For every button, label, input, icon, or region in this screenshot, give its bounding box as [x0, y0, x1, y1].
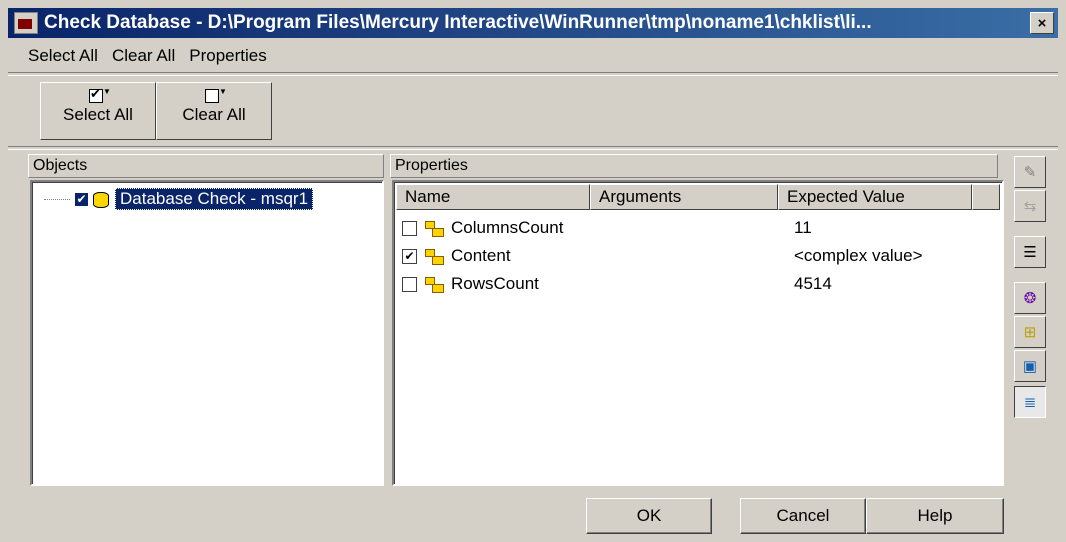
standard-properties-icon[interactable]: ❂ — [1014, 282, 1046, 314]
list-view-icon[interactable]: ≣ — [1014, 386, 1046, 418]
compare-icon[interactable]: ⇆ — [1014, 190, 1046, 222]
objects-tree[interactable]: ✔ Database Check - msqr1 — [30, 180, 384, 486]
column-header-arguments[interactable]: Arguments — [590, 184, 778, 210]
column-header-name[interactable]: Name — [396, 184, 590, 210]
select-all-toolbar-button[interactable]: ✔ ▼ Select All — [40, 82, 156, 140]
cancel-button[interactable]: Cancel — [740, 498, 866, 534]
tree-connector — [44, 198, 70, 200]
close-button[interactable]: × — [1030, 12, 1054, 34]
property-row[interactable]: RowsCount 4514 — [402, 272, 992, 296]
property-row[interactable]: ColumnsCount 11 — [402, 216, 992, 240]
property-row[interactable]: ✔ Content <complex value> — [402, 244, 992, 268]
menu-separator — [8, 72, 1058, 76]
menu-properties[interactable]: Properties — [189, 46, 266, 66]
tree-item-database-check[interactable]: ✔ Database Check - msqr1 — [44, 188, 314, 210]
menu-clear-all[interactable]: Clear All — [112, 46, 175, 66]
properties-list[interactable]: Name Arguments Expected Value ColumnsCou… — [392, 180, 1004, 486]
property-expected-value: 11 — [794, 218, 812, 237]
column-header-filler — [972, 184, 1000, 210]
property-name: ColumnsCount — [451, 218, 564, 237]
property-checkbox[interactable] — [402, 276, 417, 292]
property-icon — [423, 219, 445, 237]
property-expected-value: 4514 — [794, 274, 832, 293]
properties-header: Properties — [390, 154, 998, 178]
clear-all-toolbar-button[interactable]: ▼ Clear All — [156, 82, 272, 140]
menu-select-all[interactable]: Select All — [28, 46, 98, 66]
database-icon — [93, 190, 109, 208]
property-checkbox[interactable] — [402, 220, 417, 236]
tree-item-label: Database Check - msqr1 — [115, 188, 314, 210]
property-name: RowsCount — [451, 274, 539, 293]
help-button[interactable]: Help — [866, 498, 1004, 534]
checklist-icon[interactable]: ☰ — [1014, 236, 1046, 268]
property-expected-value: <complex value> — [794, 246, 923, 265]
app-icon — [14, 12, 38, 34]
clear-all-label: Clear All — [182, 105, 246, 124]
property-icon — [423, 275, 445, 293]
menu-bar: Select All Clear All Properties — [28, 46, 267, 66]
edit-expected-icon[interactable]: ✎ — [1014, 156, 1046, 188]
property-checkbox[interactable]: ✔ — [402, 248, 417, 264]
clear-all-icon: ▼ — [205, 87, 227, 103]
tree-item-checkbox[interactable]: ✔ — [74, 191, 89, 207]
window-title: Check Database - D:\Program Files\Mercur… — [44, 12, 872, 33]
objects-header: Objects — [28, 154, 384, 178]
all-properties-icon[interactable]: ⊞ — [1014, 316, 1046, 348]
export-icon[interactable]: ▣ — [1014, 350, 1046, 382]
ok-button[interactable]: OK — [586, 498, 712, 534]
column-header-expected-value[interactable]: Expected Value — [778, 184, 972, 210]
property-name: Content — [451, 246, 511, 265]
select-all-label: Select All — [63, 105, 133, 124]
property-icon — [423, 247, 445, 265]
title-bar: Check Database - D:\Program Files\Mercur… — [8, 8, 1058, 38]
select-all-icon: ✔ ▼ — [89, 86, 111, 103]
toolbar-separator — [8, 146, 1058, 150]
